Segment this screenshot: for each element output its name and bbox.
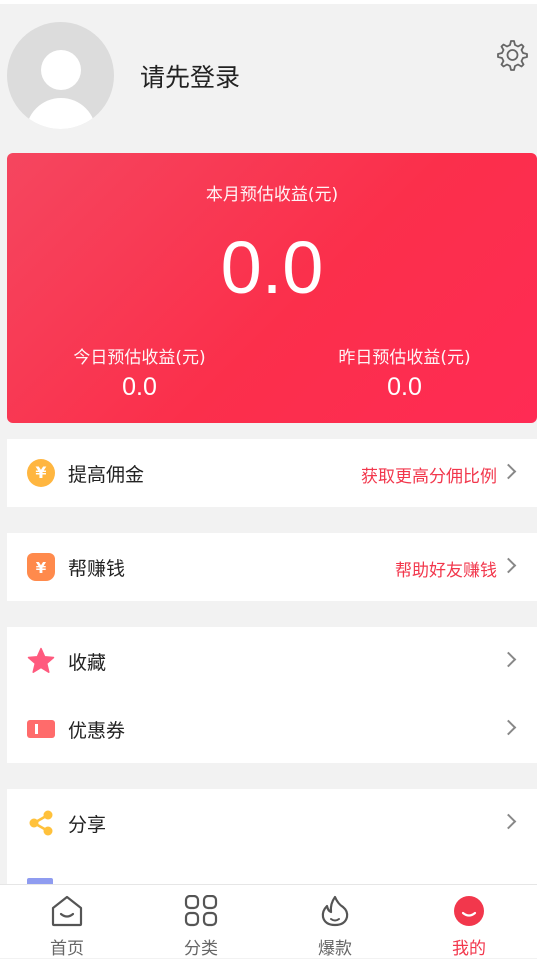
today-earnings-value: 0.0 (122, 373, 157, 401)
chevron-right-icon (500, 557, 517, 574)
boost-commission-hint: 获取更高分佣比例 (361, 467, 497, 487)
chevron-right-icon (500, 651, 517, 668)
flame-icon (321, 895, 349, 927)
tab-category-label: 分类 (184, 939, 218, 959)
tab-category[interactable]: 分类 (134, 885, 268, 959)
tab-mine[interactable]: 我的 (402, 885, 536, 959)
tab-home[interactable]: 首页 (0, 885, 134, 959)
help-earn-label: 帮赚钱 (68, 558, 126, 580)
avatar-body (26, 98, 96, 129)
chevron-right-icon (500, 719, 517, 736)
tab-mine-label: 我的 (452, 939, 486, 959)
help-earn-row[interactable]: ¥ 帮赚钱 帮助好友赚钱 (7, 533, 537, 601)
avatar[interactable] (7, 22, 114, 129)
login-prompt[interactable]: 请先登录 (140, 58, 240, 94)
month-earnings-label: 本月预估收益(元) (205, 185, 339, 205)
month-earnings-value: 0.0 (220, 226, 324, 309)
home-icon (51, 895, 83, 927)
coupons-row[interactable]: 优惠券 (7, 695, 537, 763)
profile-smile-icon (454, 896, 484, 926)
tab-hot-label: 爆款 (318, 939, 352, 959)
yesterday-earnings-value: 0.0 (387, 373, 422, 401)
yen-coin-icon: ¥ (27, 459, 55, 487)
share-label: 分享 (68, 814, 107, 836)
status-bar-strip (0, 0, 537, 4)
chevron-right-icon (500, 813, 517, 830)
coupons-label: 优惠券 (68, 720, 126, 742)
grid-icon (184, 895, 218, 927)
money-bag-icon: ¥ (27, 553, 55, 581)
yesterday-earnings-label: 昨日预估收益(元) (338, 348, 471, 368)
favorites-row[interactable]: 收藏 (7, 627, 537, 695)
share-card: 分享 (7, 789, 537, 884)
tab-home-label: 首页 (50, 939, 84, 959)
star-icon (27, 647, 55, 673)
boost-commission-label: 提高佣金 (68, 464, 145, 486)
tab-bar: 首页 分类 爆款 我的 (0, 884, 537, 959)
gear-icon[interactable] (494, 38, 528, 72)
favorites-coupons-card: 收藏 优惠券 (7, 627, 537, 763)
boost-commission-row[interactable]: ¥ 提高佣金 获取更高分佣比例 (7, 439, 537, 507)
share-row[interactable]: 分享 (7, 789, 537, 857)
share-icon (29, 810, 53, 836)
chevron-right-icon (500, 463, 517, 480)
help-earn-card: ¥ 帮赚钱 帮助好友赚钱 (7, 533, 537, 601)
favorites-label: 收藏 (68, 652, 107, 674)
earnings-card: 本月预估收益(元) 0.0 今日预估收益(元) 0.0 昨日预估收益(元) 0.… (7, 153, 537, 423)
today-earnings-label: 今日预估收益(元) (73, 348, 206, 368)
help-earn-hint: 帮助好友赚钱 (395, 561, 497, 581)
avatar-head (41, 50, 81, 90)
tab-hot[interactable]: 爆款 (268, 885, 402, 959)
coupon-icon (27, 720, 55, 738)
boost-commission-card: ¥ 提高佣金 获取更高分佣比例 (7, 439, 537, 507)
